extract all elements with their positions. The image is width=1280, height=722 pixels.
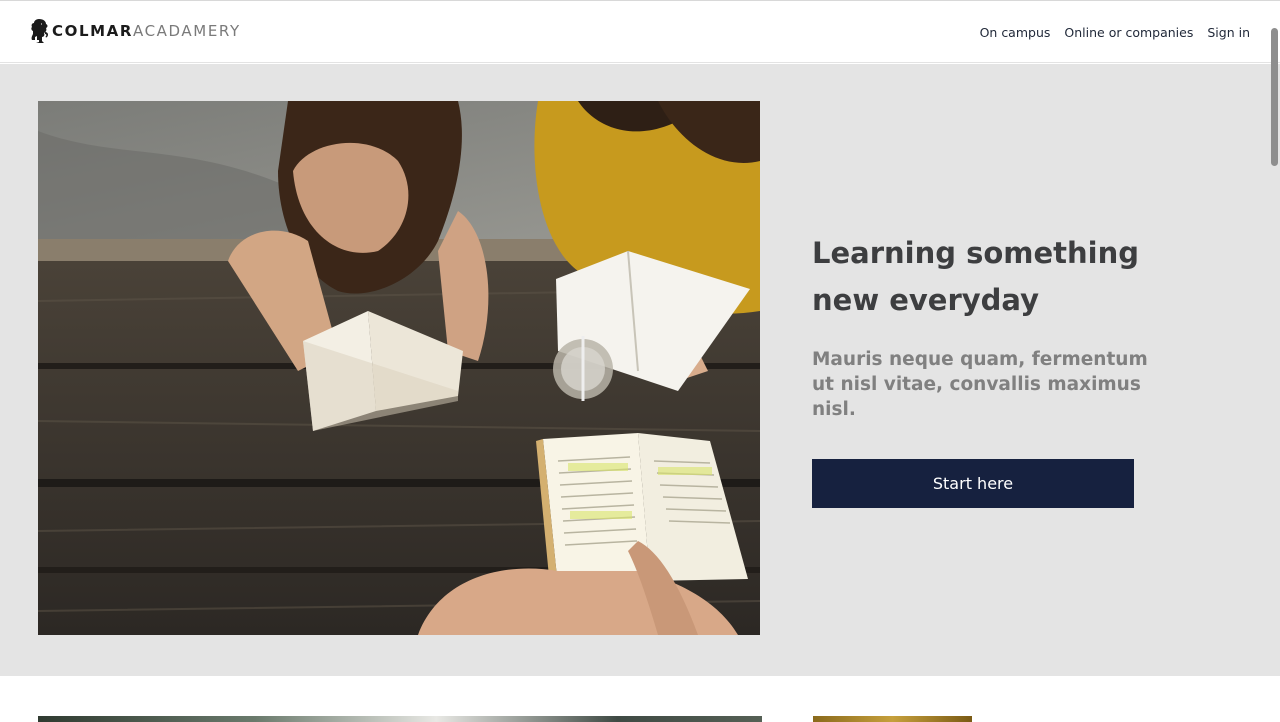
start-here-button[interactable]: Start here xyxy=(812,459,1134,508)
students-studying-at-table-photo xyxy=(38,101,760,635)
nav-sign-in[interactable]: Sign in xyxy=(1207,25,1250,40)
nav-online-or-companies[interactable]: Online or companies xyxy=(1064,25,1193,40)
section-image-left xyxy=(38,716,762,722)
brand-logo[interactable]: COLMAR ACADAMERY xyxy=(30,17,241,45)
hero-subtext: Mauris neque quam, fermentum ut nisl vit… xyxy=(812,349,1148,420)
scrollbar-thumb[interactable] xyxy=(1271,28,1278,166)
next-section xyxy=(0,676,1280,722)
hero-headline: Learning something new everyday xyxy=(812,236,1140,317)
brand-name-light: ACADAMERY xyxy=(133,22,241,40)
main-nav: On campus Online or companies Sign in xyxy=(980,25,1250,40)
brand-name-bold: COLMAR xyxy=(52,22,134,40)
nav-on-campus[interactable]: On campus xyxy=(980,25,1051,40)
site-header: COLMAR ACADAMERY On campus Online or comp… xyxy=(0,1,1280,63)
lion-icon xyxy=(31,19,49,43)
page-scrollbar[interactable] xyxy=(1269,0,1280,722)
section-image-right xyxy=(813,716,972,722)
hero-section: Learning something new everyday Mauris n… xyxy=(0,64,1280,676)
